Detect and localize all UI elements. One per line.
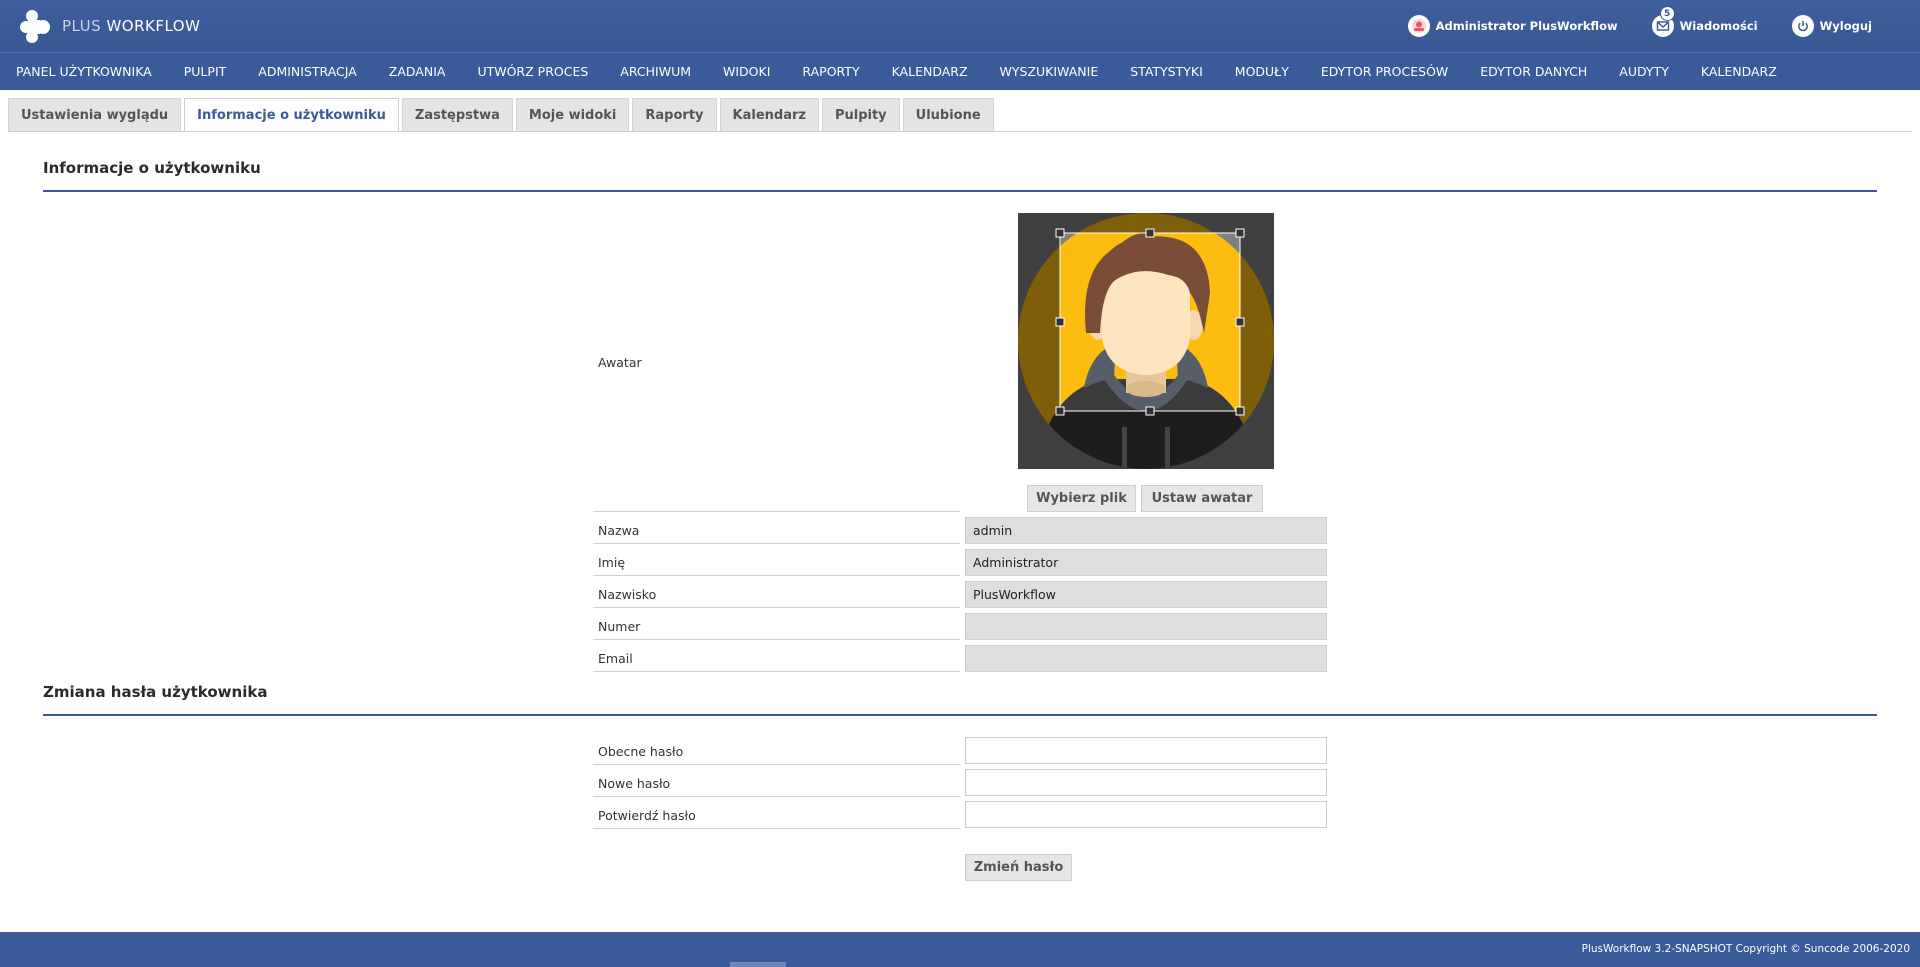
nav-kalendarz-2[interactable]: KALENDARZ	[1685, 53, 1793, 90]
change-password-button[interactable]: Zmień hasło	[965, 854, 1072, 881]
password-section-title: Zmiana hasła użytkownika	[43, 683, 268, 701]
row-divider	[593, 764, 960, 765]
nav-utworz-proces[interactable]: UTWÓRZ PROCES	[461, 53, 604, 90]
main-navigation: PANEL UŻYTKOWNIKA PULPIT ADMINISTRACJA Z…	[0, 52, 1920, 90]
logout-link[interactable]: Wyloguj	[1791, 15, 1872, 37]
choose-file-button[interactable]: Wybierz plik	[1027, 485, 1136, 512]
row-divider	[593, 575, 960, 576]
user-info-divider	[43, 190, 1877, 192]
nav-audyty[interactable]: AUDYTY	[1603, 53, 1685, 90]
first-name-label: Imię	[598, 555, 626, 570]
first-name-field[interactable]: Administrator	[965, 549, 1327, 576]
number-label: Numer	[598, 619, 641, 634]
row-divider	[593, 828, 960, 829]
tab-informacje-o-uzytkowniku[interactable]: Informacje o użytkowniku	[184, 98, 399, 132]
user-menu[interactable]: Administrator PlusWorkflow	[1407, 15, 1618, 37]
footer-copyright: PlusWorkflow 3.2-SNAPSHOT Copyright © Su…	[1581, 943, 1910, 955]
set-avatar-button[interactable]: Ustaw awatar	[1141, 485, 1263, 512]
confirm-password-label: Potwierdź hasło	[598, 808, 696, 823]
top-header: PLUS WORKFLOW Administrator PlusWorkflow…	[0, 0, 1920, 52]
avatar-label: Awatar	[598, 355, 642, 370]
avatar-cropper[interactable]	[1018, 213, 1274, 469]
row-divider	[593, 796, 960, 797]
nav-statystyki[interactable]: STATYSTYKI	[1114, 53, 1219, 90]
nav-edytor-procesow[interactable]: EDYTOR PROCESÓW	[1305, 53, 1464, 90]
logout-label: Wyloguj	[1819, 19, 1872, 33]
tab-ulubione[interactable]: Ulubione	[902, 98, 994, 131]
last-name-field[interactable]: PlusWorkflow	[965, 581, 1327, 608]
name-field[interactable]: admin	[965, 517, 1327, 544]
tab-kalendarz[interactable]: Kalendarz	[719, 98, 819, 131]
avatar-image	[1018, 213, 1274, 469]
power-icon	[1791, 15, 1814, 37]
row-divider	[593, 511, 960, 512]
tab-raporty[interactable]: Raporty	[632, 98, 717, 131]
confirm-password-field[interactable]	[965, 801, 1327, 828]
nav-panel-uzytkownika[interactable]: PANEL UŻYTKOWNIKA	[0, 53, 168, 90]
tab-zastepstwa[interactable]: Zastępstwa	[401, 98, 513, 131]
messages-label: Wiadomości	[1679, 19, 1758, 33]
row-divider	[593, 639, 960, 640]
nav-edytor-danych[interactable]: EDYTOR DANYCH	[1464, 53, 1603, 90]
nav-raporty[interactable]: RAPORTY	[786, 53, 875, 90]
nav-wyszukiwanie[interactable]: WYSZUKIWANIE	[984, 53, 1115, 90]
nav-zadania[interactable]: ZADANIA	[373, 53, 462, 90]
row-divider	[593, 607, 960, 608]
email-label: Email	[598, 651, 633, 666]
app-logo[interactable]: PLUS WORKFLOW	[18, 8, 200, 44]
number-field[interactable]	[965, 613, 1327, 640]
tab-ustawienia-wygladu[interactable]: Ustawienia wyglądu	[8, 98, 182, 131]
footer: PlusWorkflow 3.2-SNAPSHOT Copyright © Su…	[0, 932, 1920, 967]
nav-pulpit[interactable]: PULPIT	[168, 53, 243, 90]
new-password-field[interactable]	[965, 769, 1327, 796]
tab-pulpity[interactable]: Pulpity	[821, 98, 900, 131]
nav-widoki[interactable]: WIDOKI	[707, 53, 786, 90]
new-password-label: Nowe hasło	[598, 776, 671, 791]
nav-administracja[interactable]: ADMINISTRACJA	[242, 53, 373, 90]
name-label: Nazwa	[598, 523, 640, 538]
current-password-field[interactable]	[965, 737, 1327, 764]
row-divider	[593, 543, 960, 544]
tabs-divider	[8, 131, 1912, 132]
user-name: Administrator PlusWorkflow	[1435, 19, 1618, 33]
plusworkflow-logo-icon	[20, 10, 50, 43]
email-field[interactable]	[965, 645, 1327, 672]
tab-moje-widoki[interactable]: Moje widoki	[515, 98, 630, 131]
messages-count-badge: 5	[1659, 6, 1675, 21]
settings-tabs: Ustawienia wyglądu Informacje o użytkown…	[8, 98, 997, 132]
last-name-label: Nazwisko	[598, 587, 657, 602]
current-password-label: Obecne hasło	[598, 744, 684, 759]
messages-link[interactable]: 5 Wiadomości	[1651, 6, 1758, 37]
user-avatar-icon	[1407, 15, 1430, 37]
nav-moduly[interactable]: MODUŁY	[1219, 53, 1305, 90]
nav-kalendarz[interactable]: KALENDARZ	[876, 53, 984, 90]
row-divider	[593, 671, 960, 672]
nav-archiwum[interactable]: ARCHIWUM	[604, 53, 707, 90]
password-section-divider	[43, 714, 1877, 716]
footer-tab-indicator	[730, 962, 786, 967]
logo-text: PLUS WORKFLOW	[62, 17, 201, 35]
user-info-title: Informacje o użytkowniku	[43, 159, 261, 177]
